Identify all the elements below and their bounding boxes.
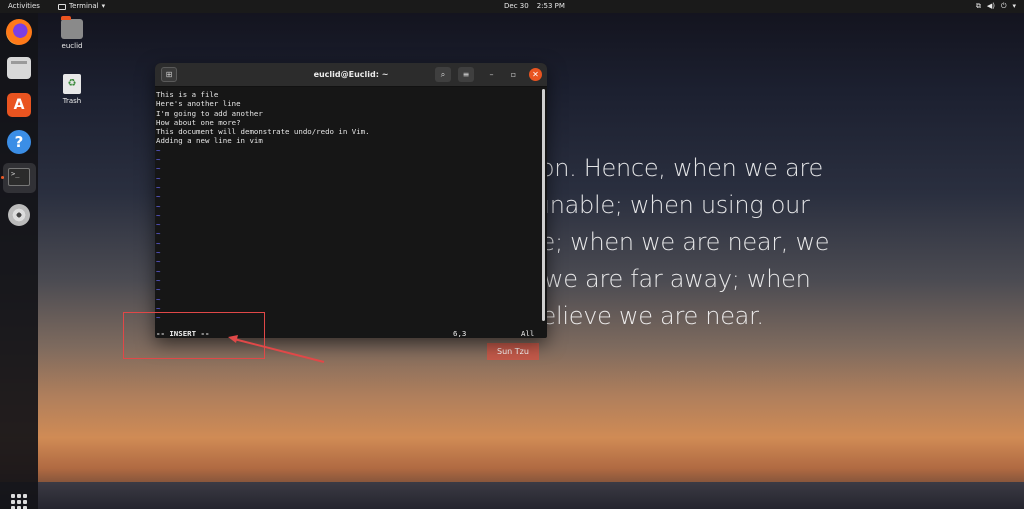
vim-tilde: ~ [156, 266, 161, 276]
vim-tilde: ~ [156, 164, 161, 174]
vim-tilde: ~ [156, 173, 161, 183]
vim-empty-lines: ~ ~ ~ ~ ~ ~ ~ ~ ~ ~ ~ ~ ~ ~ ~ ~ ~ ~ ~ [156, 146, 547, 323]
terminal-mini-icon [58, 3, 66, 10]
desktop-trash[interactable]: ♻ Trash [52, 74, 92, 105]
vim-line: Adding a new line in vim [156, 136, 263, 146]
system-tray[interactable]: ⧉ ◀) ⏻ ▾ [976, 0, 1016, 13]
files-icon[interactable] [7, 57, 31, 79]
vim-line: This is a file [156, 90, 219, 99]
wallpaper-sea [0, 482, 1024, 509]
home-folder-label: euclid [61, 42, 83, 50]
firefox-icon[interactable] [6, 19, 32, 45]
trash-label: Trash [62, 97, 82, 105]
volume-icon: ◀) [986, 2, 995, 10]
dock: A ? >_ [0, 13, 38, 509]
vim-scroll-position: All [521, 329, 535, 338]
disc-icon[interactable] [8, 204, 30, 226]
terminal-screen-glyph: >_ [8, 168, 30, 186]
quote-author: Sun Tzu [487, 343, 539, 360]
activities-button[interactable]: Activities [8, 0, 40, 13]
vim-tilde: ~ [156, 248, 161, 258]
software-icon[interactable]: A [7, 93, 31, 117]
trash-icon: ♻ [63, 74, 81, 94]
terminal-content[interactable]: This is a file Here's another line I'm g… [155, 87, 547, 338]
top-bar: Activities Terminal ▾ Dec 30 2:53 PM ⧉ ◀… [0, 0, 1024, 13]
vim-tilde: ~ [156, 238, 161, 248]
terminal-titlebar[interactable]: ⊞ euclid@Euclid: ~ ⌕ ≡ – ▫ ✕ [155, 63, 547, 87]
terminal-scrollbar[interactable] [542, 89, 545, 321]
network-icon: ⧉ [975, 2, 981, 10]
terminal-window[interactable]: ⊞ euclid@Euclid: ~ ⌕ ≡ – ▫ ✕ This is a f… [155, 63, 547, 338]
vim-tilde: ~ [156, 257, 161, 267]
show-applications-icon[interactable] [11, 494, 27, 509]
search-icon[interactable]: ⌕ [435, 67, 451, 82]
chevron-down-icon: ▾ [1012, 2, 1016, 10]
vim-tilde: ~ [156, 285, 161, 295]
power-icon: ⏻ [1000, 2, 1007, 10]
vim-line: I'm going to add another [156, 108, 263, 118]
vim-tilde: ~ [156, 229, 161, 239]
terminal-icon[interactable]: >_ [3, 163, 36, 193]
vim-tilde: ~ [156, 145, 161, 155]
annotation-box [123, 312, 265, 359]
close-icon[interactable]: ✕ [529, 68, 542, 81]
vim-tilde: ~ [156, 210, 161, 220]
vim-cursor-position: 6,3 [453, 329, 467, 338]
desktop-home-folder[interactable]: euclid [52, 16, 92, 50]
vim-tilde: ~ [156, 220, 161, 230]
vim-tilde: ~ [156, 275, 161, 285]
hamburger-menu-icon[interactable]: ≡ [458, 67, 474, 82]
vim-line: This document will demonstrate undo/redo… [156, 127, 370, 137]
vim-line: Here's another line [156, 99, 241, 109]
vim-tilde: ~ [156, 192, 161, 202]
vim-tilde: ~ [156, 182, 161, 192]
chevron-down-icon: ▾ [101, 2, 106, 10]
help-icon[interactable]: ? [7, 130, 31, 154]
maximize-icon[interactable]: ▫ [507, 68, 520, 81]
clock-date: Dec 30 [504, 2, 529, 10]
minimize-icon[interactable]: – [485, 68, 498, 81]
home-folder-icon [61, 16, 83, 39]
clock-time: 2:53 PM [536, 2, 565, 10]
vim-tilde: ~ [156, 294, 161, 304]
vim-tilde: ~ [156, 201, 161, 211]
app-menu-label: Terminal [69, 2, 99, 10]
app-menu[interactable]: Terminal ▾ [58, 0, 105, 13]
vim-tilde: ~ [156, 155, 161, 165]
clock[interactable]: Dec 30 2:53 PM [504, 0, 565, 13]
vim-line: How about one more? [156, 117, 241, 127]
